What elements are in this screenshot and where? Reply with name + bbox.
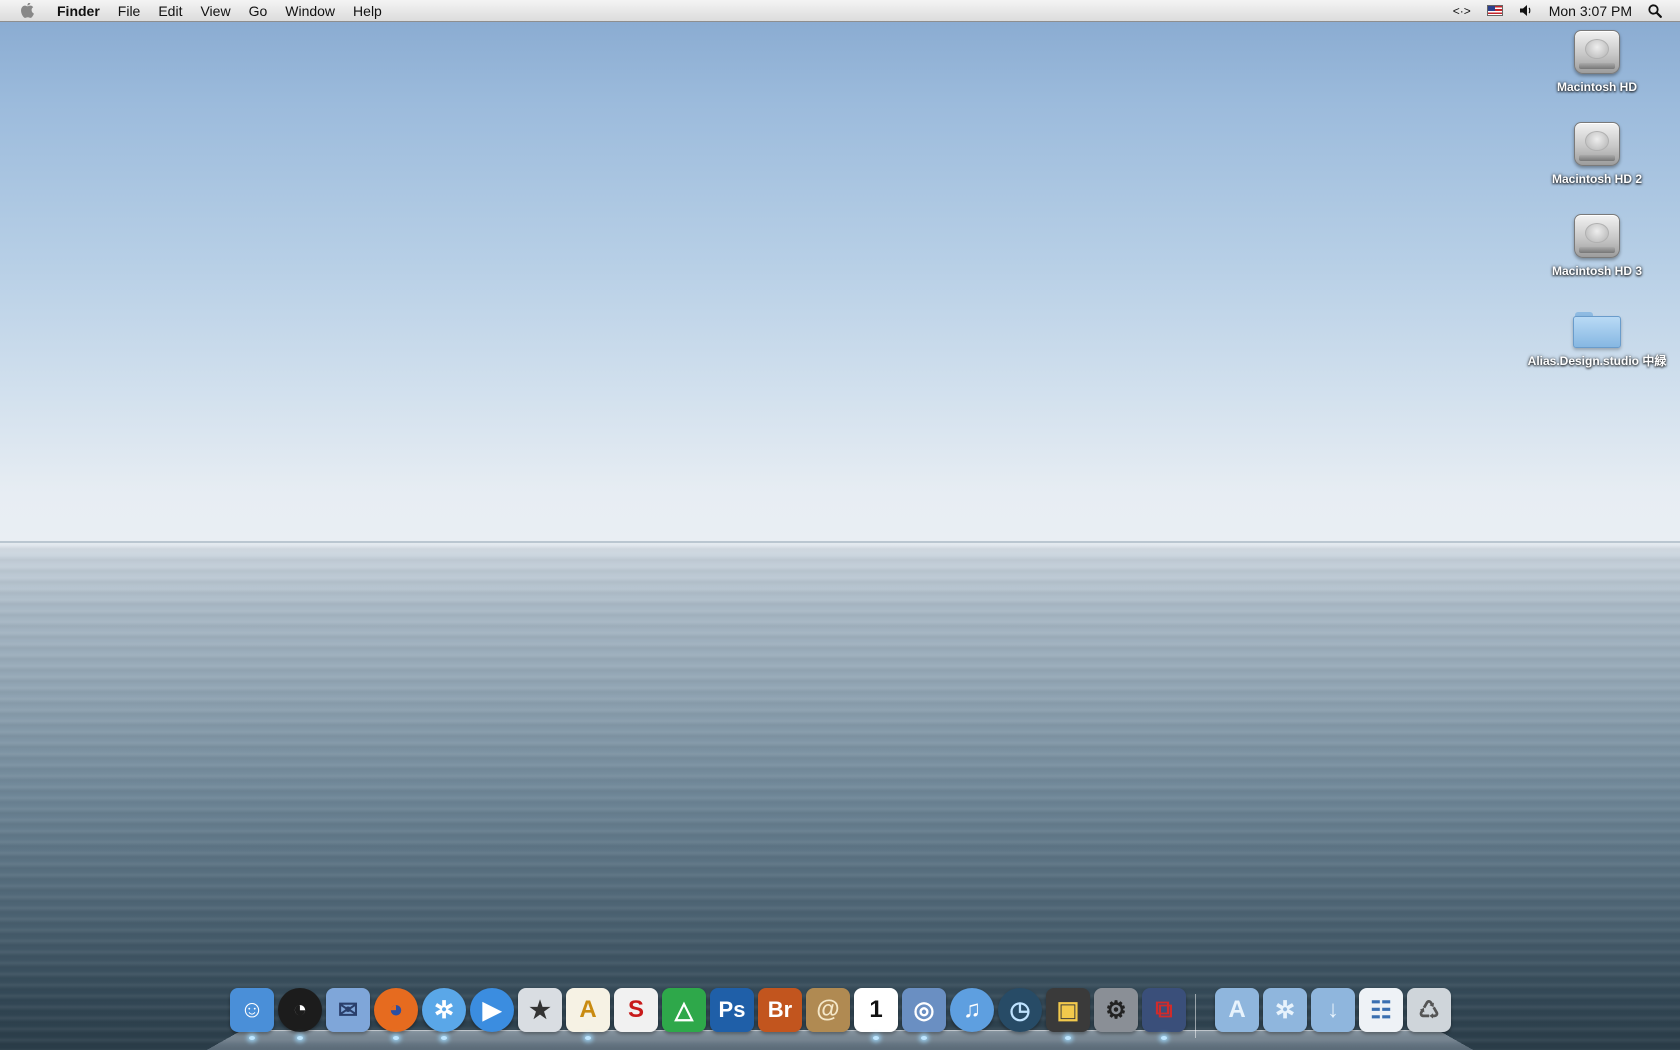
ichat-icon[interactable]: ▶ [470,988,514,1032]
running-indicator [873,1036,879,1040]
desktop[interactable]: Finder File Edit View Go Window Help <·>… [0,0,1680,1050]
menu-edit[interactable]: Edit [149,0,191,22]
ical-icon[interactable]: 1 [854,988,898,1032]
desktop-icon-alias-design-studio[interactable]: Alias.Design.studio 中緑 [1527,306,1667,370]
running-indicator [921,1036,927,1040]
photoshop-icon[interactable]: Ps [710,988,754,1032]
applications-stack-icon[interactable]: A [1215,988,1259,1032]
safari-icon[interactable]: ✲ [422,988,466,1032]
menu-view[interactable]: View [191,0,239,22]
vmware-icon[interactable]: ⧉ [1142,988,1186,1032]
volume-icon[interactable] [1511,4,1541,17]
preview-icon[interactable]: ◎ [902,988,946,1032]
finder-icon[interactable]: ☺ [230,988,274,1032]
time-machine-icon[interactable]: ◷ [998,988,1042,1032]
running-indicator [393,1036,399,1040]
hard-drive-icon [1574,30,1620,74]
running-indicator [249,1036,255,1040]
firefox-icon[interactable]: ◕ [374,988,418,1032]
desktop-icon-macintosh-hd-3[interactable]: Macintosh HD 3 [1527,214,1667,280]
menu-bar: Finder File Edit View Go Window Help <·>… [0,0,1680,22]
trash-icon[interactable]: ♺ [1407,988,1451,1032]
us-flag-icon [1486,5,1503,16]
menu-bar-status: <·> Mon 3:07 PM [1445,0,1680,22]
hard-drive-icon [1574,122,1620,166]
folder-icon [1573,312,1621,348]
wallpaper-water [0,542,1680,1050]
menu-bar-left: Finder File Edit View Go Window Help [0,0,391,22]
downloads-stack-icon[interactable]: ↓ [1311,988,1355,1032]
maya-icon[interactable]: △ [662,988,706,1032]
code-glyph-menu-extra[interactable]: <·> [1445,0,1479,22]
hard-drive-icon [1574,214,1620,258]
mail-icon[interactable]: ✉ [326,988,370,1032]
window-stack-icon[interactable]: ☷ [1359,988,1403,1032]
desktop-icon-label: Macintosh HD 3 [1551,264,1642,278]
menu-window[interactable]: Window [276,0,344,22]
desktop-icon-macintosh-hd-2[interactable]: Macintosh HD 2 [1527,122,1667,188]
running-indicator [1065,1036,1071,1040]
dock: ☺ ◔ ✉ ◕ ✲ ▶ ★ A S △ Ps Br @1 ◎ ♫ ◷ ▣ ⚙ ⧉ A ✲ ↓ ☷ ♺ [230,988,1460,1044]
running-indicator [1161,1036,1167,1040]
desktop-icon-macintosh-hd[interactable]: Macintosh HD [1527,30,1667,96]
photo-booth-icon[interactable]: ▣ [1046,988,1090,1032]
sketchbook-icon[interactable]: S [614,988,658,1032]
desktop-icon-label: Macintosh HD [1556,80,1637,94]
input-source-flag-icon[interactable] [1479,5,1511,16]
dashboard-icon[interactable]: ◔ [278,988,322,1032]
system-preferences-icon[interactable]: ⚙ [1094,988,1138,1032]
menu-file[interactable]: File [109,0,150,22]
menu-help[interactable]: Help [344,0,391,22]
running-indicator [585,1036,591,1040]
running-indicator [441,1036,447,1040]
horizon-line [0,541,1680,543]
apple-menu-icon[interactable] [20,3,34,19]
itunes-icon[interactable]: ♫ [950,988,994,1032]
menu-app-finder[interactable]: Finder [48,0,109,22]
desktop-icon-label: Macintosh HD 2 [1551,172,1642,186]
zbrush-icon[interactable]: ★ [518,988,562,1032]
spotlight-icon[interactable] [1640,3,1670,18]
address-book-icon[interactable]: @ [806,988,850,1032]
dock-separator [1195,994,1196,1038]
menu-clock[interactable]: Mon 3:07 PM [1541,0,1640,22]
menu-go[interactable]: Go [240,0,277,22]
desktop-icon-label: Alias.Design.studio 中緑 [1527,354,1667,368]
autocad-icon[interactable]: A [566,988,610,1032]
bridge-icon[interactable]: Br [758,988,802,1032]
documents-stack-icon[interactable]: ✲ [1263,988,1307,1032]
running-indicator [297,1036,303,1040]
